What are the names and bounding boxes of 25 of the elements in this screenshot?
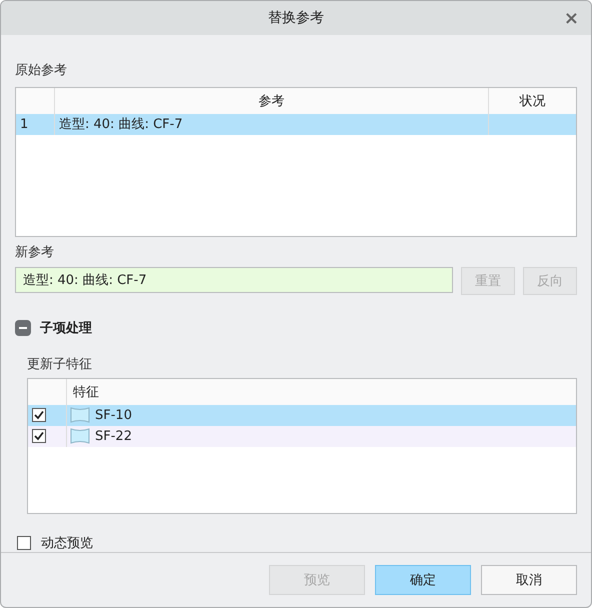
table-row[interactable]: 1 造型: 40: 曲线: CF-7 <box>16 114 576 135</box>
checkbox[interactable] <box>17 536 31 550</box>
checkbox[interactable] <box>32 408 46 422</box>
section-label: 更新子特征 <box>27 356 93 373</box>
window-title: 替换参考 <box>268 8 324 27</box>
surface-icon <box>69 427 91 446</box>
feature-name: SF-10 <box>95 408 132 423</box>
section-label: 新参考 <box>15 244 55 261</box>
close-button[interactable]: × <box>564 10 579 28</box>
dialog-button[interactable]: 取消 <box>481 564 577 595</box>
table-cell: 1 <box>16 114 55 135</box>
column-header: 状况 <box>518 92 546 111</box>
dialog-button[interactable]: 确定 <box>375 564 471 595</box>
reference-field[interactable]: 造型: 40: 曲线: CF-7 <box>15 266 453 293</box>
feature-name: SF-22 <box>95 428 132 444</box>
checkbox-label: 动态预览 <box>41 534 93 552</box>
collapse-icon[interactable] <box>15 320 31 336</box>
table-row[interactable]: SF-22 <box>28 426 576 447</box>
checkbox[interactable] <box>32 429 46 444</box>
column-header: 特征 <box>72 384 100 402</box>
table-cell: 造型: 40: 曲线: CF-7 <box>55 114 489 135</box>
section-label: 原始参考 <box>15 62 68 79</box>
table-row[interactable]: SF-10 <box>28 404 576 426</box>
section-title: 子项处理 <box>40 320 92 337</box>
surface-icon <box>69 406 91 424</box>
